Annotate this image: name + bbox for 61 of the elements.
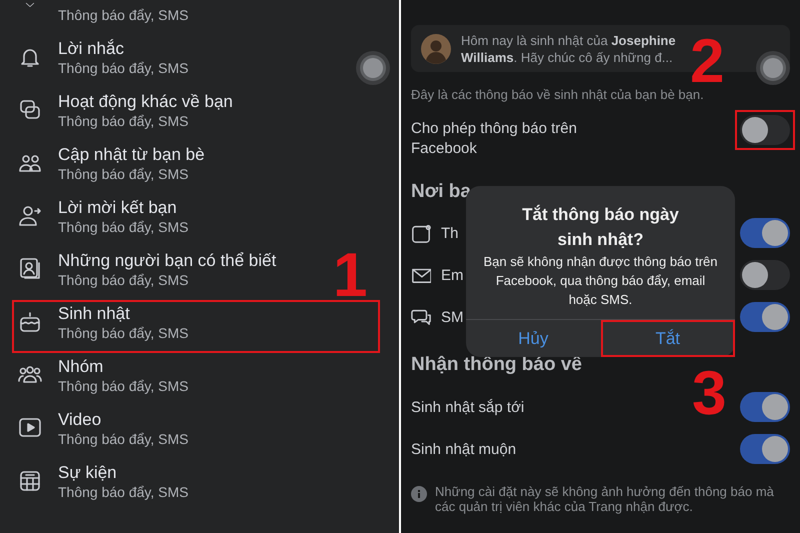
assistive-touch-icon[interactable] <box>356 51 390 85</box>
info-note: Những cài đặt này sẽ không ảnh hưởng đến thông báo mà các quản trị viên khác của Trang nhận được. <box>435 484 775 514</box>
channel-label: Th <box>441 224 459 242</box>
step-number: 1 <box>333 250 368 302</box>
birthday-preview-text: Hôm nay là sinh nhật của Josephine Williams. Hãy chúc cô ấy những đ... <box>461 32 677 66</box>
setting-title: Video <box>58 410 102 430</box>
info-icon <box>411 486 427 502</box>
setting-label: Cho phép thông báo trên Facebook <box>411 119 578 159</box>
assistive-touch-icon[interactable] <box>756 51 790 85</box>
setting-title: Lời mời kết bạn <box>58 198 178 218</box>
dialog-button[interactable]: Tắt <box>600 320 735 357</box>
add-friend-icon <box>18 204 42 228</box>
setting-subtitle: Thông báo đẩy, SMS <box>58 218 190 236</box>
step-number: 3 <box>692 368 726 420</box>
settings-row[interactable]: Sự kiện Thông báo đẩy, SMS <box>12 459 290 512</box>
setting-title: Lời nhắc <box>58 39 125 59</box>
setting-subtitle: Thông báo đẩy, SMS <box>58 430 190 448</box>
contact-card-icon <box>18 257 42 281</box>
settings-row[interactable]: Sinh nhật Thông báo đẩy, SMS <box>12 300 380 353</box>
cake-icon <box>18 310 42 334</box>
setting-title: Cập nhật từ bạn bè <box>58 145 206 165</box>
avatar <box>421 34 451 64</box>
dialog-title: Tắt thông báo ngày sinh nhật? <box>521 204 680 251</box>
setting-subtitle: Thông báo đẩy, SMS <box>58 165 190 183</box>
channel-label: Em <box>441 266 464 284</box>
setting-title: Sự kiện <box>58 463 118 483</box>
settings-row[interactable]: Thông báo đẩy, SMS <box>12 0 190 35</box>
app-icon <box>411 223 431 243</box>
step-number: 2 <box>690 36 724 88</box>
setting-title: Những người bạn có thể biết <box>58 251 278 271</box>
setting-subtitle: Thông báo đẩy, SMS <box>58 112 190 130</box>
toggle-switch[interactable] <box>740 434 790 464</box>
settings-row[interactable]: Lời mời kết bạn Thông báo đẩy, SMS <box>12 194 290 247</box>
calendar-icon <box>18 469 42 493</box>
play-video-icon <box>18 416 42 440</box>
setting-title: Hoạt động khác về bạn <box>58 92 234 112</box>
channel-label: SM <box>441 308 464 326</box>
description-text: Đây là các thông báo về sinh nhật của bạn bè bạn. <box>411 86 704 104</box>
setting-subtitle: Thông báo đẩy, SMS <box>58 324 190 342</box>
toggle-switch[interactable] <box>740 302 790 332</box>
setting-subtitle: Thông báo đẩy, SMS <box>58 271 190 289</box>
setting-subtitle: Thông báo đẩy, SMS <box>58 377 190 395</box>
stacked-squares-icon <box>18 98 42 122</box>
settings-row[interactable]: Những người bạn có thể biết Thông báo đẩy, SMS <box>12 247 290 300</box>
settings-row[interactable]: Hoạt động khác về bạn Thông báo đẩy, SMS <box>12 88 290 141</box>
settings-row[interactable]: Cập nhật từ bạn bè Thông báo đẩy, SMS <box>12 141 290 194</box>
settings-row[interactable]: Lời nhắc Thông báo đẩy, SMS <box>12 35 290 88</box>
setting-subtitle: Thông báo đẩy, SMS <box>58 483 190 501</box>
setting-title: Nhóm <box>58 357 104 377</box>
setting-subtitle: Thông báo đẩy, SMS <box>58 59 190 77</box>
setting-subtitle: Thông báo đẩy, SMS <box>58 6 188 24</box>
chat-bubbles-icon <box>411 307 431 327</box>
setting-title: Sinh nhật <box>58 304 131 324</box>
toggle-switch[interactable] <box>740 260 790 290</box>
toggle-switch[interactable] <box>740 392 790 422</box>
settings-row[interactable]: Nhóm Thông báo đẩy, SMS <box>12 353 290 406</box>
settings-row[interactable]: Video Thông báo đẩy, SMS <box>12 406 290 459</box>
dialog-message: Bạn sẽ không nhận được thông báo trên Facebook, qua thông báo đẩy, email hoặc SMS. <box>482 253 719 309</box>
toggle-switch[interactable] <box>740 218 790 248</box>
option-label: Sinh nhật muộn <box>411 440 516 458</box>
option-label: Sinh nhật sắp tới <box>411 398 524 416</box>
